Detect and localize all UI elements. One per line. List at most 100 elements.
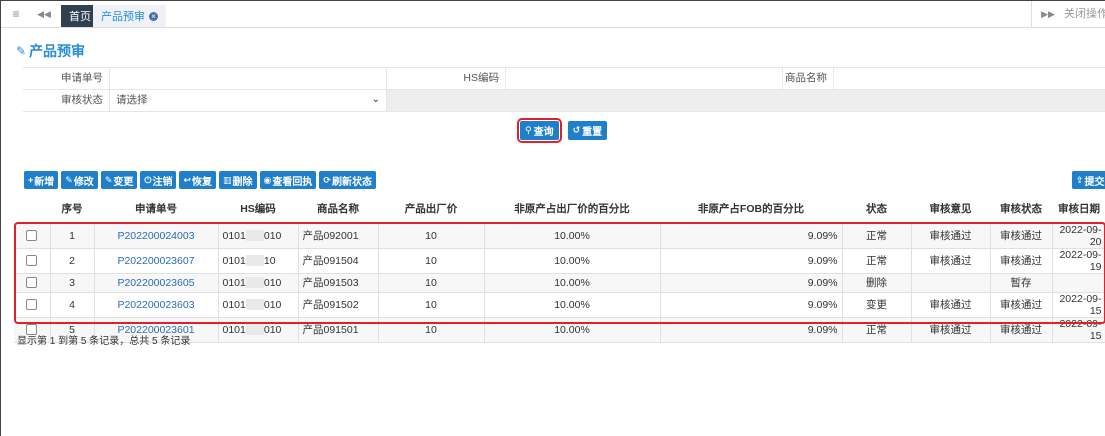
hs-code-label: HS编码 bbox=[463, 72, 499, 84]
query-button[interactable]: ⚲ 查询 bbox=[517, 118, 562, 143]
cell-audit-status: 审核通过 bbox=[990, 317, 1053, 343]
apply-no-link[interactable]: P202200023607 bbox=[117, 255, 194, 267]
cell-opinion: 审核通过 bbox=[911, 248, 991, 274]
col-header-goods-name[interactable]: 商品名称 bbox=[298, 194, 378, 224]
row-checkbox[interactable] bbox=[26, 255, 38, 267]
apply-no-label: 申请单号 bbox=[61, 72, 103, 84]
tab-product-preview[interactable]: 产品预审 × bbox=[93, 5, 166, 27]
cell-seq: 3 bbox=[50, 273, 95, 293]
cell-apply-no: P202200023603 bbox=[94, 292, 219, 318]
app-frame: ≡ ◀◀ 首页 产品预审 × ▶▶ 关闭操作 ✎ 产品预审 申请单号 HS编码 … bbox=[0, 0, 1105, 436]
upload-icon: ⇪ bbox=[1076, 174, 1084, 185]
col-header-opinion[interactable]: 审核意见 bbox=[911, 194, 990, 224]
table-toolbar: + 新增 ✎ 修改 ✎ 变更 ⏻ 注销 ↩ 恢复 ▥ 删除 ◉ 查看回执 ⟳ 刷新状态 bbox=[24, 171, 376, 189]
col-header-pct-fob[interactable]: 非原产占FOB的百分比 bbox=[660, 194, 842, 224]
restore-button[interactable]: ↩ 恢复 bbox=[179, 171, 217, 189]
refresh-status-button[interactable]: ⟳ 刷新状态 bbox=[319, 171, 376, 189]
cell-pct-fob: 9.09% bbox=[660, 273, 843, 293]
row-checkbox-cell[interactable] bbox=[14, 273, 51, 293]
goods-name-input[interactable] bbox=[833, 68, 1105, 89]
table-body: 1 P202200024003 0101 010 产品092001 10 10.00% 9.0… bbox=[14, 223, 1105, 343]
col-header-hs-code[interactable]: HS编码 bbox=[218, 194, 298, 224]
cell-pct-factory: 10.00% bbox=[484, 248, 661, 274]
form-row-2: 审核状态 请选择 ⌄ bbox=[23, 90, 1105, 112]
row-checkbox-cell[interactable] bbox=[14, 292, 51, 318]
cell-status: 正常 bbox=[842, 223, 912, 249]
tab-scroll-right-icon[interactable]: ▶▶ bbox=[1033, 1, 1063, 27]
tab-scroll-left-icon[interactable]: ◀◀ bbox=[29, 1, 59, 27]
reset-button[interactable]: ↺ 重置 bbox=[567, 121, 608, 140]
table-row[interactable]: 1 P202200024003 0101 010 产品092001 10 10.00% 9.0… bbox=[14, 223, 1105, 249]
cell-audit-status: 审核通过 bbox=[990, 248, 1053, 274]
form-row-1: 申请单号 HS编码 商品名称 bbox=[23, 68, 1105, 90]
apply-no-input[interactable] bbox=[109, 68, 387, 89]
cell-hs-code: 0101 010 bbox=[218, 292, 299, 318]
table-row[interactable]: 2 P202200023607 0101 10 产品091504 10 10.00% 9.09… bbox=[14, 248, 1105, 274]
cell-pct-factory: 10.00% bbox=[484, 292, 661, 318]
apply-no-link[interactable]: P202200023605 bbox=[117, 277, 194, 289]
menu-toggle-icon[interactable]: ≡ bbox=[1, 1, 31, 27]
cell-status: 变更 bbox=[842, 292, 912, 318]
row-checkbox-cell[interactable] bbox=[14, 223, 51, 249]
row-checkbox[interactable] bbox=[26, 277, 38, 289]
cell-audit-status: 暂存 bbox=[990, 273, 1053, 293]
change-button-label: 变更 bbox=[113, 176, 134, 188]
hs-code-prefix: 0101 bbox=[222, 298, 246, 311]
col-header-audit-date[interactable]: 审核日期 bbox=[1052, 194, 1105, 224]
cell-opinion: 审核通过 bbox=[911, 317, 991, 343]
cell-pct-fob: 9.09% bbox=[660, 292, 843, 318]
cell-pct-fob: 9.09% bbox=[660, 223, 843, 249]
col-header-apply-no[interactable]: 申请单号 bbox=[94, 194, 218, 224]
cell-audit-date: 2022-09-15 bbox=[1052, 317, 1105, 343]
audit-status-select[interactable]: 请选择 ⌄ bbox=[109, 90, 387, 111]
add-button-label: 新增 bbox=[34, 176, 55, 188]
col-header-audit-status[interactable]: 审核状态 bbox=[990, 194, 1052, 224]
cell-audit-date bbox=[1052, 273, 1105, 293]
col-header-seq[interactable]: 序号 bbox=[50, 194, 94, 224]
table-row[interactable]: 4 P202200023603 0101 010 产品091502 10 10.00% 9.0… bbox=[14, 292, 1105, 318]
cell-apply-no: P202200023607 bbox=[94, 248, 219, 274]
col-header-factory-price[interactable]: 产品出厂价 bbox=[378, 194, 484, 224]
add-button[interactable]: + 新增 bbox=[24, 171, 59, 189]
hs-code-suffix: 010 bbox=[263, 298, 282, 311]
cell-opinion bbox=[911, 273, 991, 293]
edit-button[interactable]: ✎ 修改 bbox=[61, 171, 98, 189]
redacted-mask bbox=[245, 230, 264, 242]
cell-hs-code: 0101 10 bbox=[218, 248, 299, 274]
audit-status-selected: 请选择 bbox=[116, 94, 148, 106]
row-checkbox[interactable] bbox=[26, 230, 38, 242]
plus-icon: + bbox=[28, 175, 34, 185]
col-header-pct-factory[interactable]: 非原产占出厂价的百分比 bbox=[484, 194, 660, 224]
cell-seq: 4 bbox=[50, 292, 95, 318]
close-operations-button[interactable]: 关闭操作 bbox=[1064, 1, 1105, 27]
table-row[interactable]: 3 P202200023605 0101 010 产品091503 10 10.00% 9.0… bbox=[14, 273, 1105, 293]
hs-code-prefix: 0101 bbox=[222, 254, 246, 267]
submit-button[interactable]: ⇪ 提交 bbox=[1072, 171, 1105, 189]
hs-code-prefix: 0101 bbox=[222, 229, 246, 242]
delete-button[interactable]: ▥ 删除 bbox=[219, 171, 257, 189]
apply-no-link[interactable]: P202200024003 bbox=[117, 230, 194, 242]
cancel-button[interactable]: ⏻ 注销 bbox=[140, 171, 177, 189]
hs-code-input[interactable] bbox=[505, 68, 783, 89]
cell-hs-code: 0101 010 bbox=[218, 223, 299, 249]
cell-hs-code: 0101 010 bbox=[218, 273, 299, 293]
cell-seq: 2 bbox=[50, 248, 95, 274]
cell-opinion: 审核通过 bbox=[911, 292, 991, 318]
search-form: 申请单号 HS编码 商品名称 审核状态 请选择 ⌄ bbox=[23, 67, 1105, 112]
apply-no-link[interactable]: P202200023603 bbox=[117, 299, 194, 311]
reset-icon: ↺ bbox=[572, 125, 581, 135]
row-checkbox-cell[interactable] bbox=[14, 248, 51, 274]
cell-audit-date: 2022-09-20 bbox=[1052, 223, 1105, 249]
goods-name-label: 商品名称 bbox=[785, 72, 827, 84]
redacted-mask bbox=[245, 299, 264, 311]
edit-icon: ✎ bbox=[104, 174, 113, 185]
refresh-icon: ⟳ bbox=[323, 174, 331, 185]
view-receipt-button[interactable]: ◉ 查看回执 bbox=[259, 171, 317, 189]
close-icon[interactable]: × bbox=[149, 11, 158, 21]
search-actions: ⚲ 查询 ↺ 重置 bbox=[517, 118, 608, 143]
col-header-status[interactable]: 状态 bbox=[842, 194, 911, 224]
tab-product-preview-label: 产品预审 bbox=[101, 11, 145, 23]
change-button[interactable]: ✎ 变更 bbox=[100, 171, 138, 189]
row-checkbox[interactable] bbox=[26, 299, 38, 311]
cell-hs-code: 0101 010 bbox=[218, 317, 299, 343]
